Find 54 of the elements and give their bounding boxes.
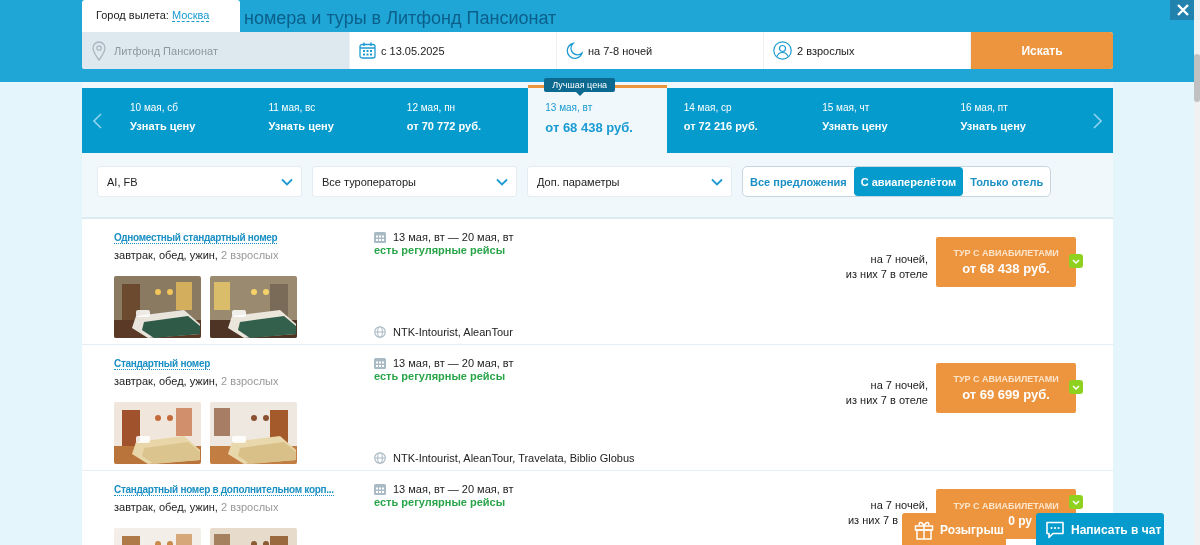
segment-option[interactable]: Только отель bbox=[963, 167, 1051, 196]
page-title: номера и туры в Литфонд Пансионат bbox=[243, 8, 557, 30]
person-icon bbox=[773, 41, 792, 60]
room-title-link[interactable]: Стандартный номер в дополнительном корп... bbox=[114, 484, 334, 496]
chat-button[interactable]: Написать в чат bbox=[1036, 513, 1164, 545]
date-tab[interactable]: 15 мая, чт Узнать цену bbox=[805, 88, 944, 153]
globe-icon bbox=[374, 326, 386, 338]
segment-option[interactable]: Все предложения bbox=[743, 167, 854, 196]
meals-text: завтрак, обед, ужин, 2 взрослых bbox=[114, 375, 280, 387]
filter-dropdown[interactable]: AI, FB bbox=[97, 166, 302, 197]
calendar-icon bbox=[374, 483, 386, 495]
gift-icon bbox=[914, 520, 934, 540]
close-icon bbox=[1177, 4, 1189, 16]
room-title-link[interactable]: Одноместный стандартный номер bbox=[114, 232, 278, 244]
chevron-down-icon bbox=[281, 177, 293, 186]
tour-price-button[interactable]: ТУР С АВИАБИЛЕТАМИ от 68 438 руб. bbox=[936, 237, 1076, 287]
segment-option[interactable]: С авиаперелётом bbox=[853, 167, 964, 196]
nights-text: на 7 ночей, из них 7 в отеле bbox=[845, 378, 928, 408]
filter-dropdown[interactable]: Все туроператоры bbox=[312, 166, 517, 197]
chevron-down-icon bbox=[711, 177, 723, 186]
room-title-link[interactable]: Стандартный номер bbox=[114, 358, 210, 370]
chat-icon bbox=[1045, 520, 1065, 540]
search-button[interactable]: Искать bbox=[971, 32, 1113, 69]
departure-city-link[interactable]: Москва bbox=[171, 9, 210, 22]
chevron-down-icon bbox=[496, 177, 508, 186]
tour-operators: NTK-Intourist, AleanTour, Travelata, Biblio Globus bbox=[393, 452, 635, 464]
calendar-icon bbox=[359, 42, 376, 59]
nights-field[interactable]: на 7-8 ночей bbox=[557, 32, 764, 69]
tour-price-button[interactable]: ТУР С АВИАБИЛЕТАМИ от 69 699 руб. bbox=[936, 363, 1076, 413]
flights-note: есть регулярные рейсы bbox=[374, 244, 507, 256]
trip-dates: 13 мая, вт — 20 мая, вт bbox=[393, 357, 514, 369]
trip-dates: 13 мая, вт — 20 мая, вт bbox=[393, 483, 514, 495]
nights-text: на 7 ночей, из них 7 в отеле bbox=[845, 252, 928, 282]
date-field[interactable]: с 13.05.2025 bbox=[350, 32, 557, 69]
moon-icon bbox=[566, 41, 583, 60]
close-button[interactable] bbox=[1170, 0, 1196, 20]
date-tab[interactable]: 10 мая, сб Узнать цену bbox=[113, 88, 252, 153]
departure-label: Город вылета: bbox=[96, 9, 169, 21]
trip-dates: 13 мая, вт — 20 мая, вт bbox=[393, 231, 514, 243]
calendar-icon bbox=[374, 231, 386, 243]
date-tab[interactable]: 14 мая, ср от 72 216 руб. bbox=[666, 88, 806, 153]
tour-operators: NTK-Intourist, AleanTour bbox=[393, 326, 513, 338]
meals-text: завтрак, обед, ужин, 2 взрослых bbox=[114, 249, 280, 261]
flights-note: есть регулярные рейсы bbox=[374, 370, 507, 382]
date-tab[interactable]: 11 мая, вс Узнать цену bbox=[251, 88, 390, 153]
calendar-icon bbox=[374, 357, 386, 369]
date-tab[interactable]: 12 мая, пн от 70 772 руб. bbox=[389, 88, 529, 153]
prize-button[interactable]: Розыгрыш bbox=[902, 513, 1006, 545]
filter-dropdown[interactable]: Доп. параметры bbox=[527, 166, 732, 197]
meals-text: завтрак, обед, ужин, 2 взрослых bbox=[114, 501, 280, 513]
date-tab[interactable]: 16 мая, пт Узнать цену bbox=[943, 88, 1082, 153]
globe-icon bbox=[374, 452, 386, 464]
flights-note: есть регулярные рейсы bbox=[374, 496, 507, 508]
location-pin-icon bbox=[92, 40, 106, 61]
